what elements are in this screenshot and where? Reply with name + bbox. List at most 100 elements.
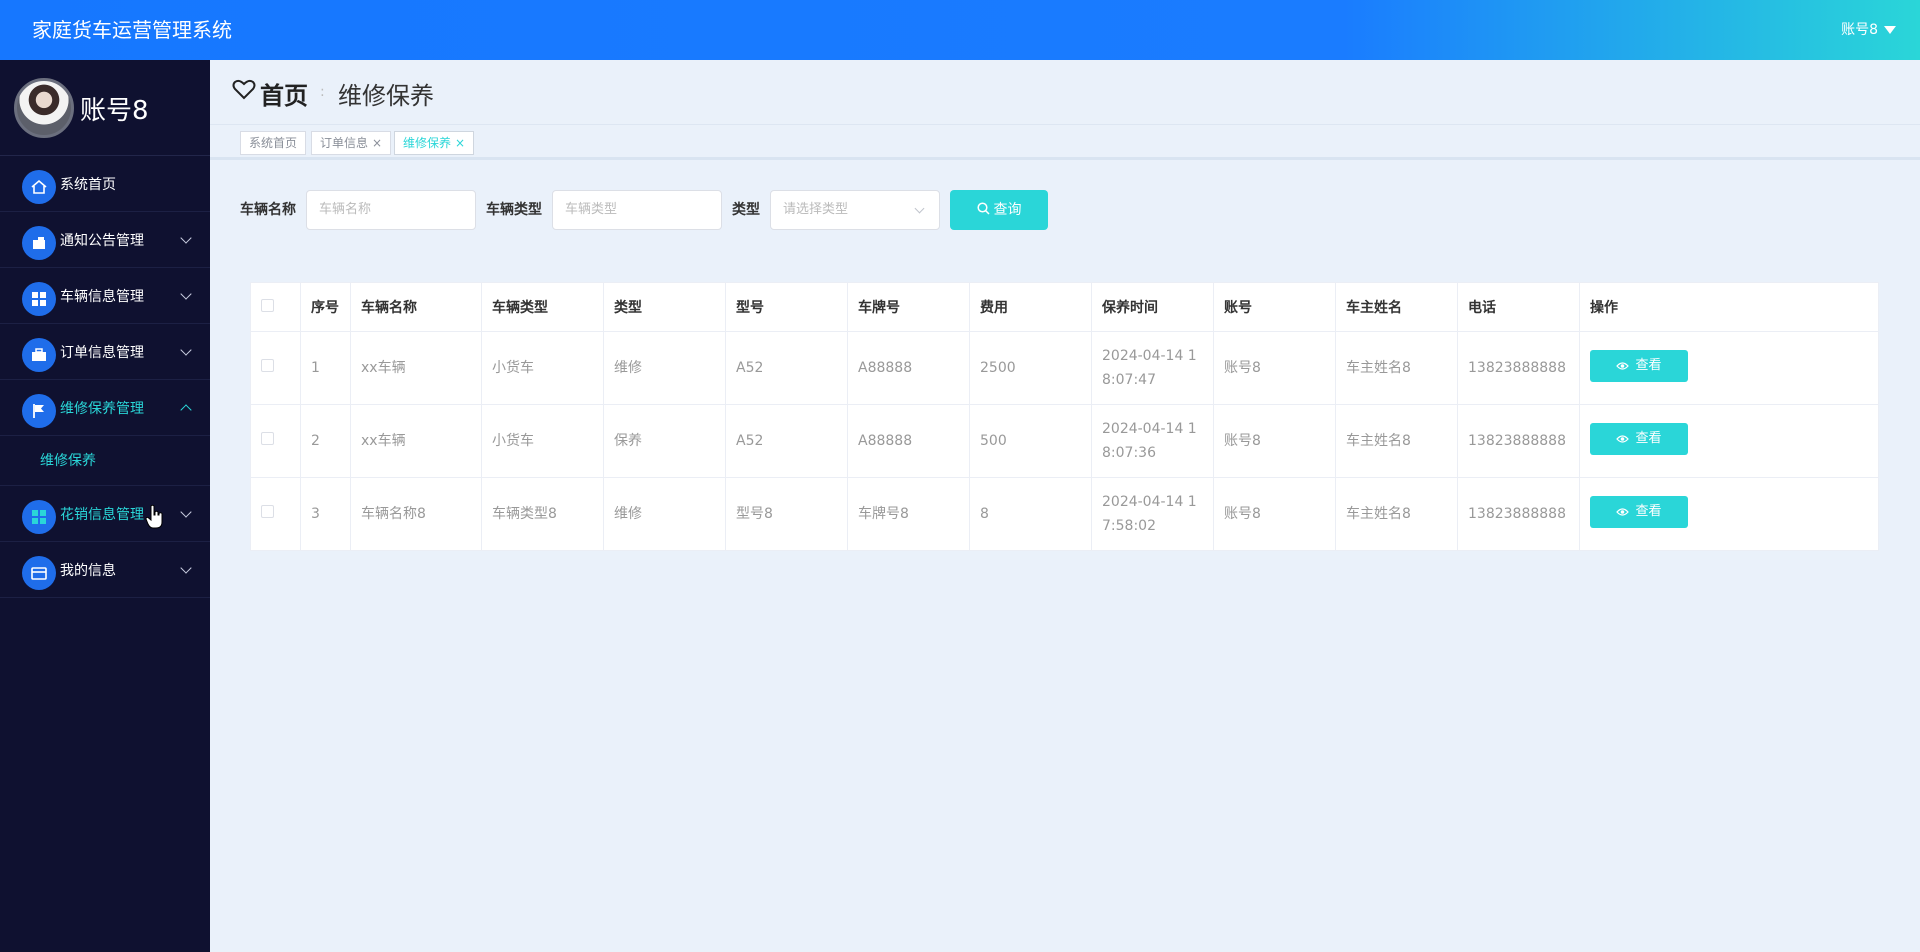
cell-kind: 维修 bbox=[603, 331, 726, 405]
view-button[interactable]: 查看 bbox=[1590, 495, 1688, 528]
home-icon bbox=[22, 170, 56, 204]
cell-no: 2 bbox=[300, 404, 351, 478]
cell-plate: A88888 bbox=[847, 331, 970, 405]
submenu-item-label: 维修保养 bbox=[40, 453, 96, 469]
kind-label: 类型 bbox=[732, 202, 760, 218]
grid-icon bbox=[22, 500, 56, 534]
vehicle-name-label: 车辆名称 bbox=[240, 202, 296, 218]
tab-label: 维修保养 bbox=[403, 136, 452, 150]
avatar bbox=[14, 78, 74, 138]
close-icon[interactable]: × bbox=[455, 136, 465, 150]
cell-name: xx车辆 bbox=[350, 404, 482, 478]
table-row: 2 xx车辆 小货车 保养 A52 A88888 500 2024-04-14 … bbox=[250, 404, 1879, 478]
cell-cost: 8 bbox=[969, 477, 1092, 551]
vehicle-type-input[interactable]: 车辆类型 bbox=[552, 190, 722, 230]
data-table: 序号 车辆名称 车辆类型 类型 型号 车牌号 费用 保养时间 账号 车主姓名 电… bbox=[250, 282, 1879, 551]
breadcrumb-home[interactable]: 首页 bbox=[260, 76, 308, 111]
select-all-checkbox[interactable] bbox=[261, 298, 274, 312]
tab-maintenance[interactable]: 维修保养 × bbox=[394, 131, 475, 155]
cell-kind: 维修 bbox=[603, 477, 726, 551]
view-button-label: 查看 bbox=[1635, 503, 1662, 519]
chevron-down-icon bbox=[180, 506, 192, 518]
top-bar: 家庭货车运营管理系统 账号8 bbox=[0, 0, 1920, 60]
cell-plate: 车牌号8 bbox=[847, 477, 970, 551]
sidebar-item-expense[interactable]: 花销信息管理 bbox=[0, 486, 210, 542]
page-header: 首页 : 维修保养 bbox=[210, 60, 1920, 124]
tab-bar: 系统首页 订单信息 × 维修保养 × bbox=[210, 124, 1920, 160]
flag-icon bbox=[22, 394, 56, 428]
kind-select-placeholder: 请选择类型 bbox=[783, 202, 849, 217]
cell-vehicle-type: 小货车 bbox=[481, 331, 604, 405]
kind-select[interactable]: 请选择类型 bbox=[770, 190, 940, 230]
sidebar-item-label: 订单信息管理 bbox=[60, 345, 144, 361]
close-icon[interactable]: × bbox=[372, 136, 382, 150]
sidebar-item-home[interactable]: 系统首页 bbox=[0, 156, 210, 212]
tab-order-info[interactable]: 订单信息 × bbox=[311, 131, 392, 155]
sidebar-item-order[interactable]: 订单信息管理 bbox=[0, 324, 210, 380]
column-header: 序号 bbox=[300, 282, 351, 332]
cell-no: 3 bbox=[300, 477, 351, 551]
cell-time: 2024-04-14 18:07:47 bbox=[1091, 331, 1214, 405]
view-button-label: 查看 bbox=[1635, 357, 1662, 373]
sidebar-item-vehicle[interactable]: 车辆信息管理 bbox=[0, 268, 210, 324]
chevron-down-icon bbox=[180, 344, 192, 356]
chevron-down-icon bbox=[914, 203, 925, 214]
cabinet-icon bbox=[22, 226, 56, 260]
eye-icon bbox=[1616, 434, 1630, 443]
chevron-down-icon bbox=[180, 562, 192, 574]
vehicle-type-label: 车辆类型 bbox=[486, 202, 542, 218]
column-header: 保养时间 bbox=[1091, 282, 1214, 332]
sidebar-item-label: 车辆信息管理 bbox=[60, 289, 144, 305]
breadcrumb-current: 维修保养 bbox=[338, 82, 434, 110]
cell-model: A52 bbox=[725, 331, 848, 405]
sidebar-item-maintenance[interactable]: 维修保养管理 bbox=[0, 380, 210, 436]
search-button[interactable]: 查询 bbox=[950, 190, 1048, 230]
submenu-item-maintenance[interactable]: 维修保养 bbox=[0, 436, 210, 486]
column-header: 车辆类型 bbox=[481, 282, 604, 332]
cell-time: 2024-04-14 17:58:02 bbox=[1091, 477, 1214, 551]
column-header: 车辆名称 bbox=[350, 282, 482, 332]
grid-icon bbox=[22, 282, 56, 316]
row-checkbox[interactable] bbox=[261, 505, 274, 518]
cell-name: xx车辆 bbox=[350, 331, 482, 405]
view-button-label: 查看 bbox=[1635, 430, 1662, 446]
column-header: 型号 bbox=[725, 282, 848, 332]
profile: 账号8 bbox=[0, 60, 210, 156]
table-row: 3 车辆名称8 车辆类型8 维修 型号8 车牌号8 8 2024-04-14 1… bbox=[250, 477, 1879, 551]
cell-phone: 13823888888 bbox=[1457, 404, 1580, 478]
heart-icon bbox=[232, 79, 256, 100]
column-header: 车主姓名 bbox=[1335, 282, 1458, 332]
sidebar-item-notice[interactable]: 通知公告管理 bbox=[0, 212, 210, 268]
column-header: 类型 bbox=[603, 282, 726, 332]
view-button[interactable]: 查看 bbox=[1590, 422, 1688, 455]
wallet-icon bbox=[22, 556, 56, 590]
cell-kind: 保养 bbox=[603, 404, 726, 478]
sidebar-item-label: 花销信息管理 bbox=[60, 507, 144, 523]
select-all-cell[interactable] bbox=[250, 282, 301, 332]
cell-account: 账号8 bbox=[1213, 404, 1336, 478]
sidebar: 账号8 系统首页 通知公告管理 车辆信息管理 订单信息管理 维修保养管理 维修保… bbox=[0, 60, 210, 952]
search-icon bbox=[976, 202, 990, 215]
chevron-down-icon bbox=[180, 288, 192, 300]
vehicle-name-input[interactable]: 车辆名称 bbox=[306, 190, 476, 230]
column-header: 账号 bbox=[1213, 282, 1336, 332]
chevron-down-icon bbox=[180, 232, 192, 244]
user-menu[interactable]: 账号8 bbox=[1841, 0, 1878, 60]
sidebar-item-label: 我的信息 bbox=[60, 563, 116, 579]
column-header: 操作 bbox=[1579, 282, 1879, 332]
profile-name: 账号8 bbox=[80, 96, 149, 126]
sidebar-item-label: 维修保养管理 bbox=[60, 401, 144, 417]
tab-system-home[interactable]: 系统首页 bbox=[240, 131, 307, 155]
caret-down-icon[interactable] bbox=[1884, 26, 1896, 34]
cell-owner: 车主姓名8 bbox=[1335, 477, 1458, 551]
view-button[interactable]: 查看 bbox=[1590, 349, 1688, 382]
row-checkbox[interactable] bbox=[261, 359, 274, 372]
table-header-row: 序号 车辆名称 车辆类型 类型 型号 车牌号 费用 保养时间 账号 车主姓名 电… bbox=[250, 282, 1879, 332]
row-checkbox[interactable] bbox=[261, 432, 274, 445]
cell-no: 1 bbox=[300, 331, 351, 405]
eye-icon bbox=[1616, 361, 1630, 370]
cell-model: A52 bbox=[725, 404, 848, 478]
cell-owner: 车主姓名8 bbox=[1335, 404, 1458, 478]
sidebar-item-myinfo[interactable]: 我的信息 bbox=[0, 542, 210, 598]
tab-label: 系统首页 bbox=[249, 136, 298, 150]
